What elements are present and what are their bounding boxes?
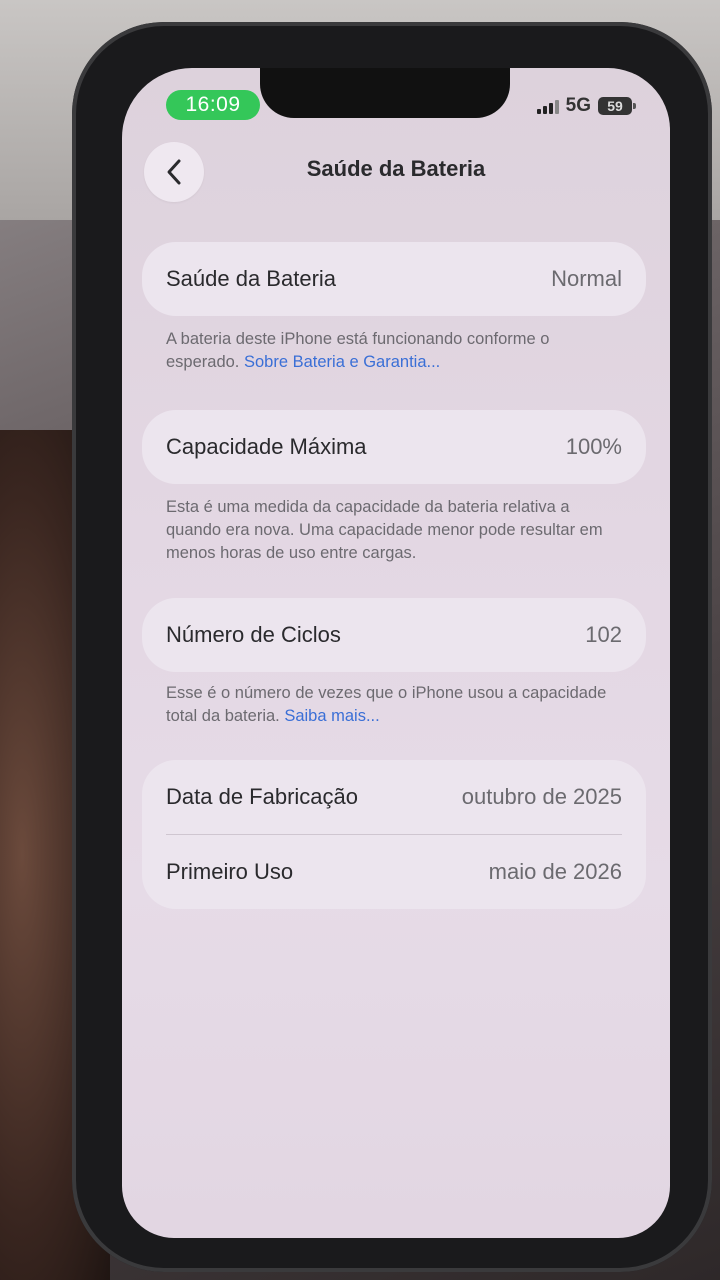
phone-screen: 16:09 5G 59 Saúde da Bateria Saúde da Ba… — [122, 68, 670, 1238]
manufacture-date-value: outubro de 2025 — [461, 784, 622, 809]
battery-health-row: Saúde da Bateria Normal — [142, 242, 646, 316]
manufacture-date-label: Data de Fabricação — [166, 784, 358, 809]
max-capacity-label: Capacidade Máxima — [166, 434, 367, 459]
battery-level: 59 — [607, 98, 623, 114]
battery-health-card: Saúde da Bateria Normal — [142, 242, 646, 316]
cycle-count-row: Número de Ciclos 102 — [142, 598, 646, 672]
cycle-count-footer-text: Esse é o número de vezes que o iPhone us… — [166, 684, 607, 725]
max-capacity-footer-text: Esta é uma medida da capacidade da bater… — [166, 498, 603, 562]
cycle-count-value: 102 — [585, 622, 622, 647]
cycle-count-footer: Esse é o número de vezes que o iPhone us… — [166, 682, 626, 728]
learn-more-link[interactable]: Saiba mais... — [284, 707, 379, 725]
dates-card: Data de Fabricação outubro de 2025 Prime… — [142, 760, 646, 909]
back-button[interactable] — [144, 142, 204, 202]
manufacture-date-row: Data de Fabricação outubro de 2025 — [142, 760, 646, 834]
max-capacity-card: Capacidade Máxima 100% — [142, 410, 646, 484]
battery-warranty-link[interactable]: Sobre Bateria e Garantia... — [244, 353, 440, 371]
max-capacity-footer: Esta é uma medida da capacidade da bater… — [166, 496, 626, 565]
max-capacity-value: 100% — [565, 434, 622, 459]
cycle-count-card: Número de Ciclos 102 — [142, 598, 646, 672]
chevron-left-icon — [167, 159, 181, 185]
status-time: 16:09 — [166, 90, 260, 120]
cycle-count-label: Número de Ciclos — [166, 622, 341, 647]
status-indicators: 5G 59 — [536, 94, 636, 118]
camera-notch — [260, 68, 510, 118]
network-type: 5G — [565, 95, 591, 116]
max-capacity-row: Capacidade Máxima 100% — [142, 410, 646, 484]
battery-health-label: Saúde da Bateria — [166, 266, 337, 291]
first-use-value: maio de 2026 — [488, 859, 622, 884]
battery-health-footer: A bateria deste iPhone está funcionando … — [166, 328, 626, 374]
page-title: Saúde da Bateria — [306, 156, 486, 181]
cellular-signal-icon — [536, 98, 559, 114]
first-use-label: Primeiro Uso — [166, 859, 294, 884]
battery-health-value: Normal — [551, 266, 622, 291]
battery-icon: 59 — [598, 97, 636, 115]
first-use-row: Primeiro Uso maio de 2026 — [142, 835, 646, 909]
